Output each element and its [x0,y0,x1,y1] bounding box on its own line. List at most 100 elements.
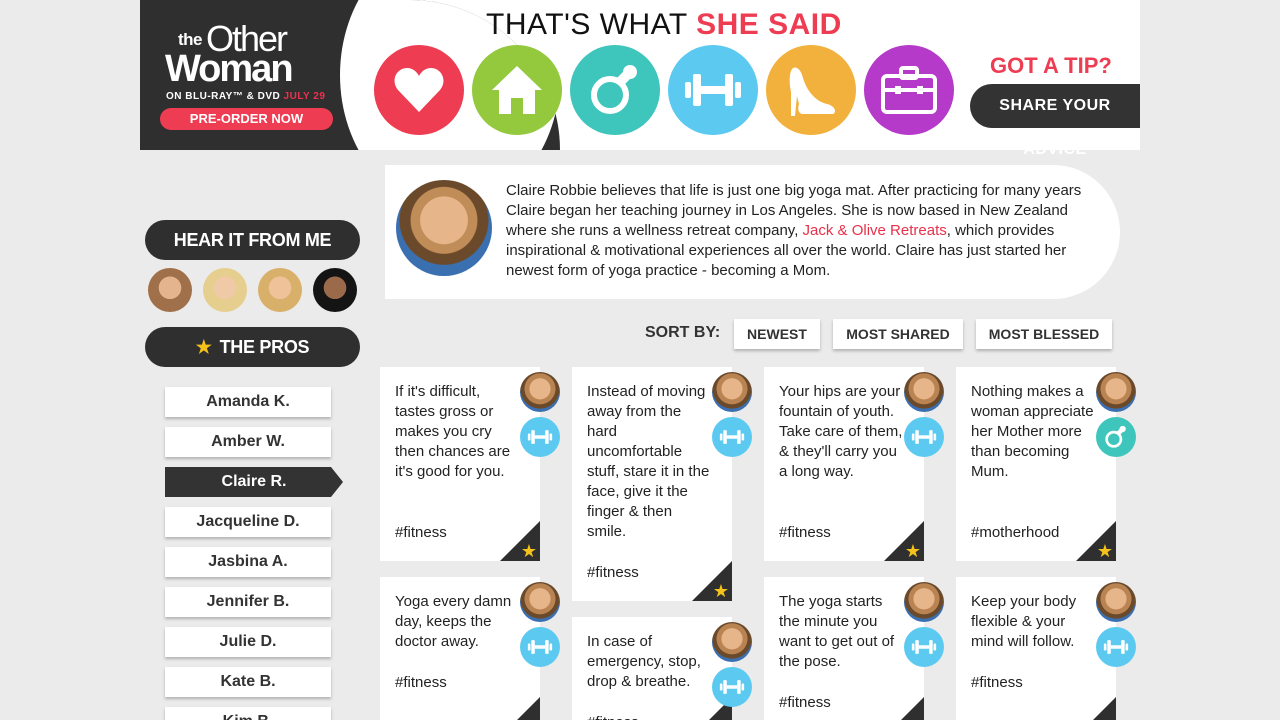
category-fashion-button[interactable] [766,45,856,135]
bless-button[interactable]: ★ [692,561,732,601]
release-date: JULY 29 [283,91,326,102]
got-a-tip-heading: GOT A TIP? [990,53,1112,78]
fitness-category-badge[interactable] [712,667,752,707]
tip-card[interactable]: Nothing makes a woman appreciate her Mot… [956,367,1136,561]
briefcase-icon [881,66,937,114]
expert-avatar[interactable] [520,582,560,622]
pro-item[interactable]: Kim B. [165,707,331,720]
star-icon: ★ [1096,541,1113,561]
tip-card[interactable]: Your hips are your fountain of youth. Ta… [764,367,944,561]
sort-most-shared-button[interactable]: MOST SHARED [833,319,963,349]
high-heel-icon [789,67,835,116]
tip-hashtag[interactable]: #fitness [971,673,1023,693]
expert-photo [396,180,492,276]
tip-hashtag[interactable]: #fitness [779,523,831,543]
motherhood-category-badge[interactable] [1096,417,1136,457]
tip-hashtag[interactable]: #fitness [395,673,447,693]
tagline-highlight: SHE SAID [696,8,842,41]
expert-avatar[interactable] [1096,582,1136,622]
star-icon: ★ [904,541,921,561]
expert-avatar[interactable] [904,582,944,622]
tip-text: Your hips are your fountain of youth. Ta… [779,383,903,480]
pro-item[interactable]: Amanda K. [165,387,331,417]
bless-button[interactable]: ★ [500,521,540,561]
pro-item[interactable]: Amber W. [165,427,331,457]
pro-item[interactable]: Jennifer B. [165,587,331,617]
fitness-category-badge[interactable] [904,627,944,667]
tip-card[interactable]: If it's difficult, tastes gross or makes… [380,367,560,561]
the-pros-button[interactable]: ★ THE PROS [145,327,360,367]
bless-button[interactable]: ★ [1076,521,1116,561]
pro-item[interactable]: Jacqueline D. [165,507,331,537]
tip-text: The yoga starts the minute you want to g… [779,593,895,670]
retreats-link[interactable]: Jack & Olive Retreats [803,222,947,239]
tip-card-body: Nothing makes a woman appreciate her Mot… [956,367,1116,561]
share-advice-button[interactable]: SHARE YOUR ADVICE [970,84,1140,158]
category-fitness-button[interactable] [668,45,758,135]
heart-icon [394,68,444,112]
release-prefix: ON BLU-RAY™ & DVD [166,91,281,102]
category-career-button[interactable] [864,45,954,135]
logo-the: the [178,30,203,49]
expert-avatar[interactable] [712,372,752,412]
tip-text: In case of emergency, stop, drop & breat… [587,633,701,690]
category-home-button[interactable] [472,45,562,135]
dumbbell-icon [911,430,937,444]
avatar[interactable] [313,268,357,312]
tip-text: If it's difficult, tastes gross or makes… [395,383,511,480]
hear-it-from-me-button[interactable]: HEAR IT FROM ME [145,220,360,260]
sort-by-label: SORT BY: [645,324,721,341]
tip-hashtag[interactable]: #fitness [587,563,639,583]
tagline: THAT'S WHAT SHE SAID [486,8,842,42]
expert-avatar[interactable] [1096,372,1136,412]
pacifier-icon [591,65,637,114]
tip-text: Nothing makes a woman appreciate her Mot… [971,383,1094,480]
avatar[interactable] [148,268,192,312]
tip-card-body: Instead of moving away from the hard unc… [572,367,732,601]
tip-hashtag[interactable]: #motherhood [971,523,1059,543]
house-icon [492,66,542,114]
tip-card[interactable]: Keep your body flexible & your mind will… [956,577,1136,720]
fitness-category-badge[interactable] [520,417,560,457]
tip-card-body: In case of emergency, stop, drop & breat… [572,617,732,720]
bless-button[interactable]: ★ [500,697,540,720]
tip-card-body: If it's difficult, tastes gross or makes… [380,367,540,561]
tip-card[interactable]: Yoga every damn day, keeps the doctor aw… [380,577,560,720]
expert-avatar[interactable] [904,372,944,412]
bless-button[interactable]: ★ [1076,697,1116,720]
tip-card-body: The yoga starts the minute you want to g… [764,577,924,720]
category-motherhood-button[interactable] [570,45,660,135]
bless-button[interactable]: ★ [884,697,924,720]
expert-avatar[interactable] [520,372,560,412]
tip-card[interactable]: Instead of moving away from the hard unc… [572,367,752,601]
preorder-button[interactable]: PRE-ORDER NOW [160,108,333,130]
fitness-category-badge[interactable] [712,417,752,457]
bless-button[interactable]: ★ [884,521,924,561]
sort-most-blessed-button[interactable]: MOST BLESSED [976,319,1112,349]
avatar[interactable] [258,268,302,312]
star-icon: ★ [520,541,537,561]
tip-hashtag[interactable]: #fitness [587,713,639,720]
fitness-category-badge[interactable] [904,417,944,457]
tip-text: Instead of moving away from the hard unc… [587,383,710,540]
fitness-category-badge[interactable] [520,627,560,667]
dumbbell-icon [719,430,745,444]
pro-item[interactable]: Kate B. [165,667,331,697]
tip-hashtag[interactable]: #fitness [395,523,447,543]
tip-card[interactable]: The yoga starts the minute you want to g… [764,577,944,720]
avatar[interactable] [203,268,247,312]
sort-newest-button[interactable]: NEWEST [734,319,820,349]
pro-item-active[interactable]: Claire R. [165,467,343,497]
the-pros-label: THE PROS [219,337,310,357]
tip-card[interactable]: In case of emergency, stop, drop & breat… [572,617,752,720]
fitness-category-badge[interactable] [1096,627,1136,667]
pro-item[interactable]: Julie D. [165,627,331,657]
category-love-button[interactable] [374,45,464,135]
pro-item[interactable]: Jasbina A. [165,547,331,577]
tip-card-body: Your hips are your fountain of youth. Ta… [764,367,924,561]
tip-hashtag[interactable]: #fitness [779,693,831,713]
expert-avatar[interactable] [712,622,752,662]
release-info: ON BLU-RAY™ & DVD JULY 29 [166,91,325,102]
dumbbell-icon [527,430,553,444]
tip-text: Keep your body flexible & your mind will… [971,593,1077,650]
